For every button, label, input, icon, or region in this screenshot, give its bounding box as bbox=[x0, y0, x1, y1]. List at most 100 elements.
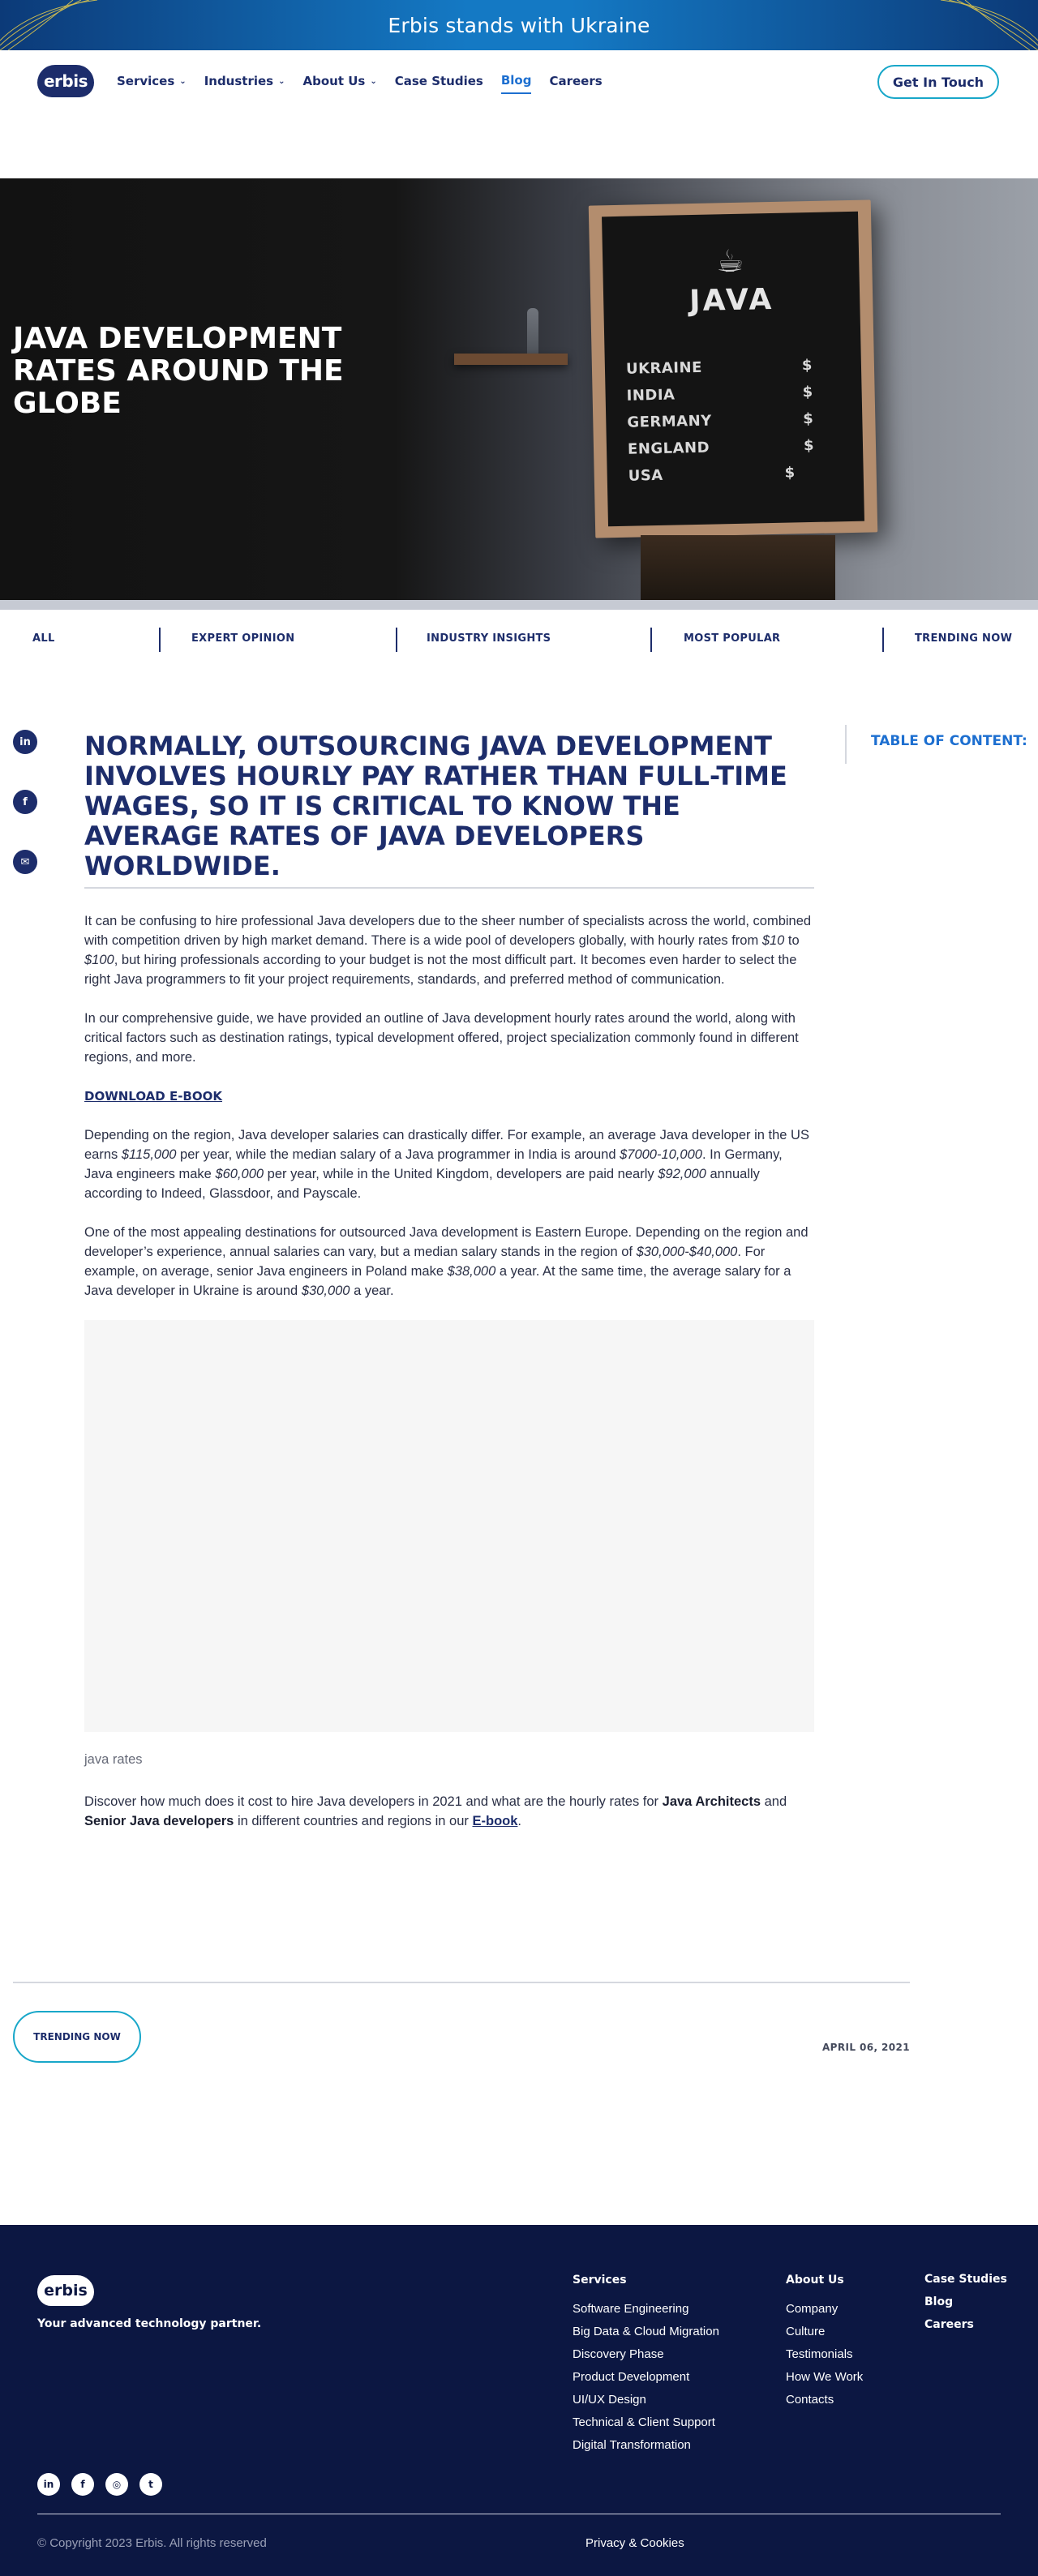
nav-item-label: Careers bbox=[549, 74, 603, 88]
facebook-icon[interactable]: f bbox=[13, 790, 37, 814]
footer-link[interactable]: How We Work bbox=[786, 2366, 863, 2389]
category-divider bbox=[159, 628, 161, 652]
text: in different countries and regions in ou… bbox=[234, 1814, 473, 1828]
footer-link[interactable]: Technical & Client Support bbox=[573, 2411, 719, 2434]
footer-link[interactable]: Software Engineering bbox=[573, 2298, 719, 2321]
ebook-link[interactable]: E-book bbox=[472, 1814, 517, 1828]
footer-link[interactable]: Discovery Phase bbox=[573, 2343, 719, 2366]
board-country: UKRAINE bbox=[625, 358, 703, 378]
letter-board-rows: UKRAINE $ INDIA $ GERMANY $ ENGLAND $ USA $ bbox=[626, 357, 815, 495]
chevron-down-icon: ⌄ bbox=[370, 76, 377, 86]
bold-text: Senior Java developers bbox=[84, 1814, 234, 1828]
bold-text: Java Architects bbox=[662, 1794, 761, 1809]
copyright-text: © Copyright 2023 Erbis. All rights reser… bbox=[37, 2536, 267, 2550]
footer-link[interactable]: Digital Transformation bbox=[573, 2434, 719, 2457]
salary-value: $115,000 bbox=[121, 1147, 177, 1162]
twitter-icon[interactable]: t bbox=[139, 2473, 162, 2496]
article-divider bbox=[13, 1982, 910, 1983]
wave-decoration-icon bbox=[941, 0, 1038, 50]
paragraph: Depending on the region, Java developer … bbox=[84, 1125, 814, 1203]
board-currency: $ bbox=[784, 464, 796, 482]
paragraph: In our comprehensive guide, we have prov… bbox=[84, 1011, 799, 1065]
privacy-cookies-link[interactable]: Privacy & Cookies bbox=[585, 2536, 684, 2550]
nav-item-industries[interactable]: Industries ⌄ bbox=[204, 68, 285, 94]
category-all[interactable]: ALL bbox=[32, 610, 55, 667]
nav-item-blog[interactable]: Blog bbox=[500, 68, 532, 94]
get-in-touch-button[interactable]: Get In Touch bbox=[877, 65, 999, 99]
board-country: INDIA bbox=[626, 386, 676, 405]
share-bar: in f ✉ bbox=[13, 730, 37, 910]
site-footer: erbis Your advanced technology partner. … bbox=[0, 2225, 1038, 2576]
article-meta: TRENDING NOW APRIL 06, 2021 bbox=[0, 1982, 1038, 2225]
text: . bbox=[517, 1814, 521, 1828]
category-expert-opinion[interactable]: EXPERT OPINION bbox=[191, 610, 294, 667]
nav-item-careers[interactable]: Careers bbox=[549, 68, 602, 94]
text: It can be confusing to hire professional… bbox=[84, 914, 812, 948]
footer-social-links: in f ◎ t bbox=[37, 2473, 162, 2496]
nav-item-services[interactable]: Services ⌄ bbox=[117, 68, 187, 94]
board-currency: $ bbox=[803, 436, 815, 455]
text: per year, while the median salary of a J… bbox=[176, 1147, 620, 1162]
footer-link[interactable]: Contacts bbox=[786, 2389, 863, 2411]
footer-link[interactable]: Product Development bbox=[573, 2366, 719, 2389]
footer-link[interactable]: Culture bbox=[786, 2321, 863, 2343]
letter-board-row: GERMANY $ bbox=[627, 410, 814, 441]
board-currency: $ bbox=[802, 383, 813, 401]
nav-item-case-studies[interactable]: Case Studies bbox=[395, 68, 483, 94]
article: in f ✉ NORMALLY, OUTSOURCING JAVA DEVELO… bbox=[0, 667, 1038, 1982]
erbis-logo[interactable]: erbis bbox=[37, 65, 94, 97]
download-ebook-link[interactable]: DOWNLOAD E-BOOK bbox=[84, 1087, 222, 1106]
nav-item-about-us[interactable]: About Us ⌄ bbox=[303, 68, 377, 94]
text: per year, while in the United Kingdom, d… bbox=[264, 1167, 658, 1181]
footer-logo[interactable]: erbis bbox=[37, 2275, 94, 2306]
title-divider bbox=[84, 887, 814, 889]
footer-link[interactable]: UI/UX Design bbox=[573, 2389, 719, 2411]
publish-date: APRIL 06, 2021 bbox=[821, 2042, 910, 2053]
footer-tagline: Your advanced technology partner. bbox=[37, 2317, 262, 2330]
board-country: USA bbox=[628, 466, 663, 485]
board-currency: $ bbox=[803, 409, 814, 428]
hero-stand-image bbox=[641, 535, 835, 600]
category-filter: ALL EXPERT OPINION INDUSTRY INSIGHTS MOS… bbox=[0, 610, 1038, 667]
nav-item-label: Industries bbox=[204, 74, 274, 88]
salary-value: $60,000 bbox=[215, 1167, 264, 1181]
category-divider bbox=[650, 628, 652, 652]
letter-board-row: INDIA $ bbox=[626, 384, 813, 414]
footer-link[interactable]: Company bbox=[786, 2298, 863, 2321]
footer-link[interactable]: Big Data & Cloud Migration bbox=[573, 2321, 719, 2343]
text: to bbox=[784, 933, 800, 948]
salary-value: $30,000 bbox=[301, 1284, 350, 1298]
instagram-icon[interactable]: ◎ bbox=[105, 2473, 128, 2496]
hero-banner: JAVA DEVELOPMENT RATES AROUND THE GLOBE … bbox=[0, 178, 1038, 600]
footer-link-careers[interactable]: Careers bbox=[924, 2313, 1007, 2336]
ukraine-banner[interactable]: Erbis stands with Ukraine bbox=[0, 0, 1038, 50]
trending-now-tag-button[interactable]: TRENDING NOW bbox=[13, 2011, 141, 2063]
nav-item-label: Case Studies bbox=[394, 74, 483, 88]
category-industry-insights[interactable]: INDUSTRY INSIGHTS bbox=[427, 610, 551, 667]
board-country: ENGLAND bbox=[627, 439, 710, 458]
category-most-popular[interactable]: MOST POPULAR bbox=[684, 610, 780, 667]
footer-link-case-studies[interactable]: Case Studies bbox=[924, 2268, 1007, 2291]
linkedin-icon[interactable]: in bbox=[13, 730, 37, 754]
salary-value: $7000-10,000 bbox=[620, 1147, 702, 1162]
footer-link[interactable]: Testimonials bbox=[786, 2343, 863, 2366]
nav-item-label: Blog bbox=[500, 73, 532, 88]
facebook-icon[interactable]: f bbox=[71, 2473, 94, 2496]
footer-link-blog[interactable]: Blog bbox=[924, 2291, 1007, 2313]
wave-decoration-icon bbox=[0, 0, 97, 50]
table-of-contents-toggle[interactable]: TABLE OF CONTENT: bbox=[845, 725, 1027, 764]
linkedin-icon[interactable]: in bbox=[37, 2473, 60, 2496]
chevron-down-icon: ⌄ bbox=[179, 76, 187, 86]
board-currency: $ bbox=[801, 356, 813, 375]
letter-board-row: ENGLAND $ bbox=[628, 437, 815, 468]
rate-value: $100 bbox=[84, 953, 114, 967]
email-icon[interactable]: ✉ bbox=[13, 850, 37, 874]
nav-item-label: About Us bbox=[302, 74, 366, 88]
hero-bottle-image bbox=[527, 308, 538, 355]
letter-board-surface: ☕ JAVA UKRAINE $ INDIA $ GERMANY $ ENGLAND $… bbox=[602, 211, 864, 527]
paragraph: It can be confusing to hire professional… bbox=[84, 911, 814, 989]
letter-board-row: UKRAINE $ bbox=[626, 357, 813, 388]
chevron-down-icon: ⌄ bbox=[278, 76, 285, 86]
category-trending-now[interactable]: TRENDING NOW bbox=[915, 610, 1012, 667]
article-body: It can be confusing to hire professional… bbox=[84, 911, 814, 1850]
